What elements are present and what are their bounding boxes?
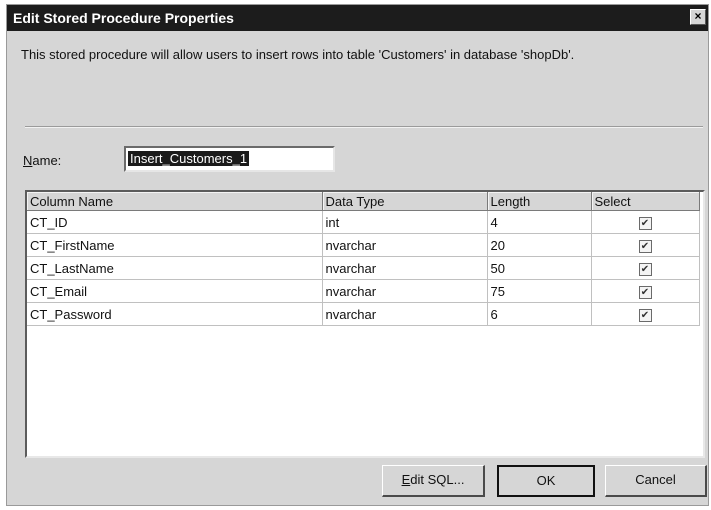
cell-select: ✔ (591, 233, 700, 257)
select-checkbox[interactable]: ✔ (638, 308, 652, 322)
description-text: This stored procedure will allow users t… (21, 47, 575, 62)
cell-select: ✔ (591, 279, 700, 303)
table-row[interactable]: CT_FirstName nvarchar 20 ✔ (27, 233, 700, 257)
cell-length[interactable]: 20 (487, 233, 592, 257)
header-column-name[interactable]: Column Name (27, 192, 323, 211)
cell-column-name[interactable]: CT_Password (27, 302, 323, 326)
select-checkbox[interactable]: ✔ (638, 285, 652, 299)
select-checkbox[interactable]: ✔ (638, 239, 652, 253)
cell-select: ✔ (591, 302, 700, 326)
cell-length[interactable]: 50 (487, 256, 592, 280)
select-checkbox[interactable]: ✔ (638, 216, 652, 230)
header-length[interactable]: Length (487, 192, 592, 211)
name-input-value: Insert_Customers_1 (128, 151, 250, 166)
ok-button[interactable]: OK (497, 465, 595, 497)
name-input[interactable]: Insert_Customers_1 (124, 146, 335, 172)
cell-column-name[interactable]: CT_Email (27, 279, 323, 303)
cell-length[interactable]: 75 (487, 279, 592, 303)
select-checkbox[interactable]: ✔ (638, 262, 652, 276)
separator-line (25, 126, 703, 128)
cell-data-type[interactable]: nvarchar (322, 233, 488, 257)
cell-length[interactable]: 4 (487, 210, 592, 234)
header-select[interactable]: Select (591, 192, 700, 211)
cell-data-type[interactable]: nvarchar (322, 302, 488, 326)
title-bar[interactable]: Edit Stored Procedure Properties × (7, 5, 708, 31)
cancel-button[interactable]: Cancel (605, 465, 707, 497)
table-row[interactable]: CT_Password nvarchar 6 ✔ (27, 302, 700, 326)
name-label: Name: (23, 153, 62, 168)
cell-column-name[interactable]: CT_FirstName (27, 233, 323, 257)
table-row[interactable]: CT_Email nvarchar 75 ✔ (27, 279, 700, 303)
cell-select: ✔ (591, 256, 700, 280)
table-row[interactable]: CT_ID int 4 ✔ (27, 210, 700, 234)
window-title: Edit Stored Procedure Properties (13, 10, 234, 26)
cell-select: ✔ (591, 210, 700, 234)
table-row[interactable]: CT_LastName nvarchar 50 ✔ (27, 256, 700, 280)
dialog-window: Edit Stored Procedure Properties × This … (6, 4, 709, 506)
cell-column-name[interactable]: CT_ID (27, 210, 323, 234)
header-data-type[interactable]: Data Type (322, 192, 488, 211)
cell-column-name[interactable]: CT_LastName (27, 256, 323, 280)
cell-length[interactable]: 6 (487, 302, 592, 326)
edit-sql-button[interactable]: Edit SQL... (382, 465, 485, 497)
grid-header-row: Column Name Data Type Length Select (27, 192, 700, 211)
cell-data-type[interactable]: int (322, 210, 488, 234)
columns-grid[interactable]: Column Name Data Type Length Select CT_I… (25, 190, 705, 458)
cell-data-type[interactable]: nvarchar (322, 256, 488, 280)
cell-data-type[interactable]: nvarchar (322, 279, 488, 303)
close-icon[interactable]: × (690, 9, 706, 25)
